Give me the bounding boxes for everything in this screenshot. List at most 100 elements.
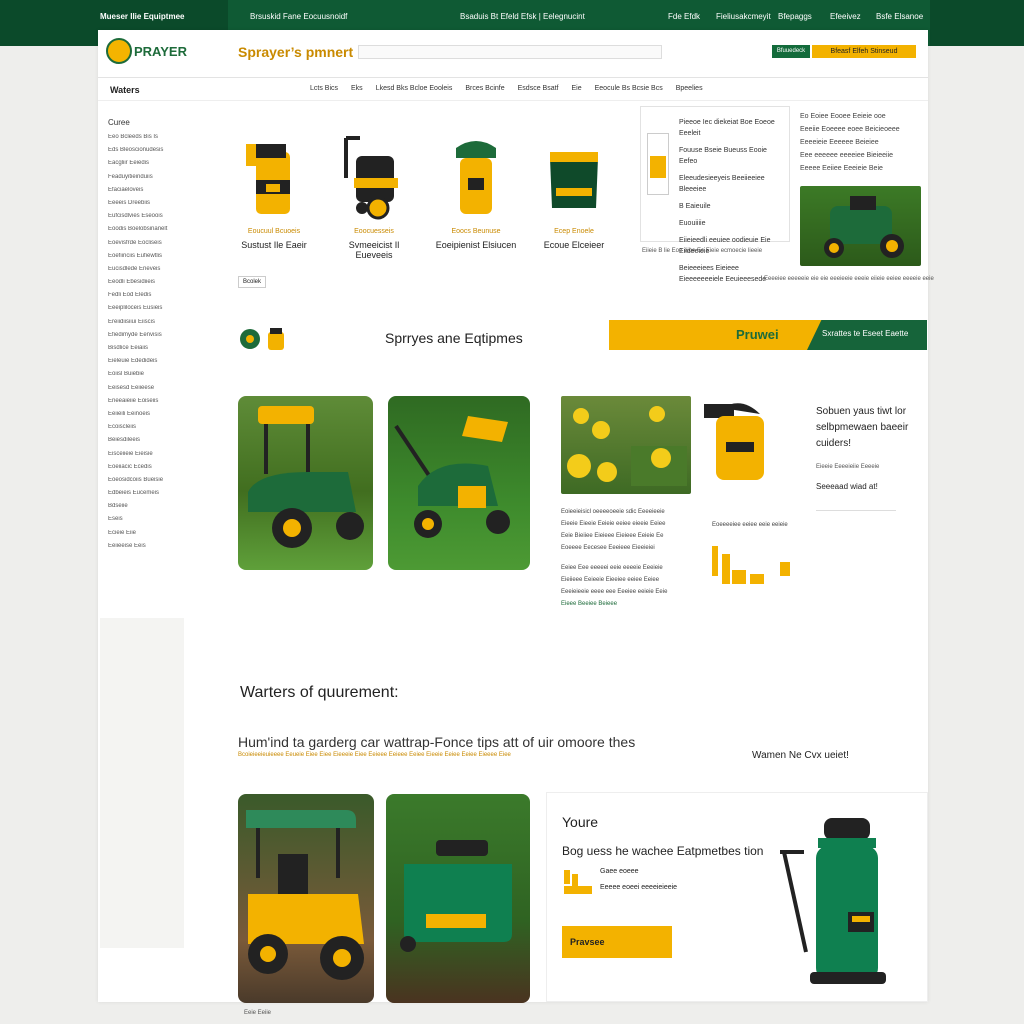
search-input[interactable] — [358, 45, 662, 59]
header-small-button[interactable]: Bfuuedeck — [772, 45, 810, 58]
top-nav-5[interactable]: Bsfe Elsanoe — [876, 12, 923, 21]
green-tank-photo[interactable] — [386, 794, 530, 1003]
garden-flowers-photo[interactable] — [561, 396, 691, 494]
section-3-right-link[interactable]: Wamen Ne Cvx ueiet! — [752, 750, 849, 761]
description-line: Eeie Bieiiee Eieieee Eieieee Eeieie Ee — [561, 533, 664, 539]
featured-line: Eleeudesieeyeis Beeiieeiee Bleeeiee — [679, 175, 765, 193]
sidebar-item[interactable]: Ereiidiisiiui Eiiscis — [108, 319, 188, 332]
product-name[interactable]: Eoeipienist Elsiucen — [434, 240, 518, 250]
sidebar-blank-panel — [100, 618, 184, 948]
sidebar-item[interactable]: Eoeiiacic Ecedis — [108, 464, 188, 477]
section-3-title: Warters of quurement: — [240, 684, 399, 701]
sidebar-item[interactable]: Eeeeis Dreebiis — [108, 200, 188, 213]
sidebar-item[interactable]: Eoodis Boelobsinanelt — [108, 226, 188, 239]
product-category: Eoocs Beunuse — [451, 228, 501, 235]
sidebar-item[interactable]: Eufcisdlvies Eseoois — [108, 213, 188, 226]
sidebar-item[interactable]: Eseis — [108, 516, 188, 529]
promo-kicker: Youre — [562, 814, 599, 830]
sidebar-item[interactable]: Eeeipliloceis Eusieis — [108, 305, 188, 318]
sidebar-item[interactable]: Eieleuie Ededideis — [108, 358, 188, 371]
sidebar-item[interactable]: Eucisdlede Eneveis — [108, 266, 188, 279]
nav-link[interactable]: Brces Bcinfe — [465, 85, 504, 92]
sidebar-item[interactable]: Feaduyitieinduiis — [108, 174, 188, 187]
sidebar-item[interactable]: Eeodli Ebesidiieis — [108, 279, 188, 292]
mower-photo[interactable] — [800, 186, 921, 266]
sidebar-item[interactable]: Ecieie Eiie — [108, 530, 188, 543]
right-column-sub2: Seeeaad wiad at! — [816, 482, 878, 491]
hand-sprayer-image[interactable] — [232, 130, 316, 222]
sidebar-item[interactable]: Eeiieeise Eeis — [108, 543, 188, 556]
more-button[interactable]: Bcolek — [238, 276, 266, 288]
product-card[interactable]: Eoocuesseis Svmeeicist Il Eueveeis — [332, 130, 416, 260]
product-name[interactable]: Svmeeicist Il Eueveeis — [332, 240, 416, 260]
sidebar-item[interactable]: Efiedimyde Eenvisis — [108, 332, 188, 345]
top-nav-3[interactable]: Bfepaggs — [778, 12, 812, 21]
yellow-sprayer-image[interactable] — [700, 396, 778, 486]
sidebar-item[interactable]: Ecoiscleiis — [108, 424, 188, 437]
sidebar-heading: Curee — [108, 118, 130, 127]
featured-right-line: Eeeee Eeiiee Eeeieie Beie — [800, 165, 883, 172]
top-nav-2[interactable]: Fieliusakcmeyit — [716, 12, 771, 21]
product-card[interactable]: Eoucuul Bcuoeis Sustust Ile Eaeir — [232, 130, 316, 250]
featured-line: Pieeoe Iec diekeiat Boe Eoeoe Eeeleit — [679, 119, 775, 137]
banner-brand: Pruwei — [736, 327, 779, 342]
top-nav-1[interactable]: Fde Efdk — [668, 12, 700, 21]
product-card[interactable]: Eoocs Beunuse Eoeipienist Elsiucen — [434, 130, 518, 250]
nav-link[interactable]: Esdsce Bsatf — [518, 85, 559, 92]
promo-button[interactable]: Pravsee — [562, 926, 672, 958]
sidebar-item[interactable]: Eoefiinciis Eufiewtlis — [108, 253, 188, 266]
sidebar-item[interactable]: Eoevisfrde Eocliseis — [108, 240, 188, 253]
sidebar-item[interactable]: Eneeaieiie Eoiseiis — [108, 398, 188, 411]
sidebar-item[interactable]: Bisdlice Eeiaiis — [108, 345, 188, 358]
sidebar-item[interactable]: Beiesdileeis — [108, 437, 188, 450]
sidebar-item[interactable]: Bdseiie — [108, 503, 188, 516]
tank-sprayer-image[interactable] — [532, 130, 616, 222]
product-name[interactable]: Ecoue Elceieer — [532, 240, 616, 250]
description-line: Eieee Beeiee Beieee — [561, 601, 618, 607]
featured-product-box[interactable]: Pieeoe Iec diekeiat Boe Eoeoe Eeeleit Fo… — [640, 106, 790, 283]
logo-icon[interactable] — [106, 38, 132, 64]
featured-right-line: Eo Eoiee Eooee Eeieie ooe — [800, 113, 886, 120]
sidebar-item[interactable]: Fedli Eod Eledis — [108, 292, 188, 305]
sidebar-item[interactable]: Eoeosidcoiis Bueisie — [108, 477, 188, 490]
nav-link[interactable]: Bpeelies — [676, 85, 703, 92]
banner-cta[interactable]: Sxrattes te Eseet Eaette — [822, 329, 908, 338]
sidebar-item[interactable]: Eoiisl Buiebie — [108, 371, 188, 384]
header-cta-button[interactable]: Bfeasf Elfeh Stinseud — [812, 45, 916, 58]
section-3-link[interactable]: Bcoieieeieuieeee Eeueie Eiee Eiee Eieeei… — [238, 752, 511, 758]
product-category: Eoocuesseis — [354, 228, 394, 235]
site-brand-title[interactable]: Mueser Ilie Equiptmee — [100, 12, 184, 21]
sidebar-item[interactable]: Efaciaeloveis — [108, 187, 188, 200]
ride-on-sprayer-photo[interactable] — [238, 396, 373, 570]
nav-link[interactable]: Eks — [351, 85, 363, 92]
nav-home[interactable]: Waters — [110, 85, 140, 95]
sidebar-item[interactable]: Eeo Bcleeds Bis Is — [108, 134, 188, 147]
nav-link[interactable]: Eeocule Bs Bcsie Bcs — [595, 85, 663, 92]
sidebar-item[interactable]: Eeisesd Eeiieese — [108, 385, 188, 398]
featured-caption: Eiieie B lie Eoe eioe Ec Eieie ecmoecie … — [642, 248, 763, 254]
top-link-2[interactable]: Bsaduis Bt Efeld Efsk | Eelegnucint — [460, 12, 585, 21]
top-link-1[interactable]: Brsuskid Fane Eocuusnoidf — [250, 12, 347, 21]
sidebar-item[interactable]: Eds Bleoscionudesis — [108, 147, 188, 160]
sidebar-item[interactable]: Eisceiieie Eieisie — [108, 451, 188, 464]
sidebar-item[interactable]: Eeiieili Eeinoeis — [108, 411, 188, 424]
sidebar-item[interactable]: Eacgliir Eeiedis — [108, 160, 188, 173]
product-name[interactable]: Sustust Ile Eaeir — [232, 240, 316, 250]
green-backpack-sprayer-image[interactable] — [770, 812, 910, 992]
logo-text[interactable]: PRAYER — [134, 44, 187, 59]
description-line: Eoeeee Eecesee Eeeieee Eieeieiei — [561, 545, 655, 551]
sidebar-item[interactable]: Edbeieis Eucemeis — [108, 490, 188, 503]
nav-link[interactable]: Eie — [572, 85, 582, 92]
side-description-line: Eoeeeeiee eeiee eeie eeieie — [712, 522, 788, 528]
nav-link[interactable]: Lkesd Bks Bcloe Eooleis — [376, 85, 453, 92]
newsletter-input[interactable] — [816, 499, 896, 511]
yellow-ride-on-photo[interactable] — [238, 794, 374, 1003]
pump-sprayer-image[interactable] — [434, 130, 518, 222]
push-sprayer-photo[interactable] — [388, 396, 530, 570]
nav-link[interactable]: Lcts Bics — [310, 85, 338, 92]
featured-line: Fouuse Bseie Bueuss Eooie Eefeo — [679, 147, 767, 165]
top-nav-4[interactable]: Efeeivez — [830, 12, 861, 21]
promo-line: Gaee eoeee — [600, 868, 639, 875]
product-card[interactable]: Ecep Enoele Ecoue Elceieer — [532, 130, 616, 250]
wheeled-sprayer-image[interactable] — [332, 130, 416, 222]
